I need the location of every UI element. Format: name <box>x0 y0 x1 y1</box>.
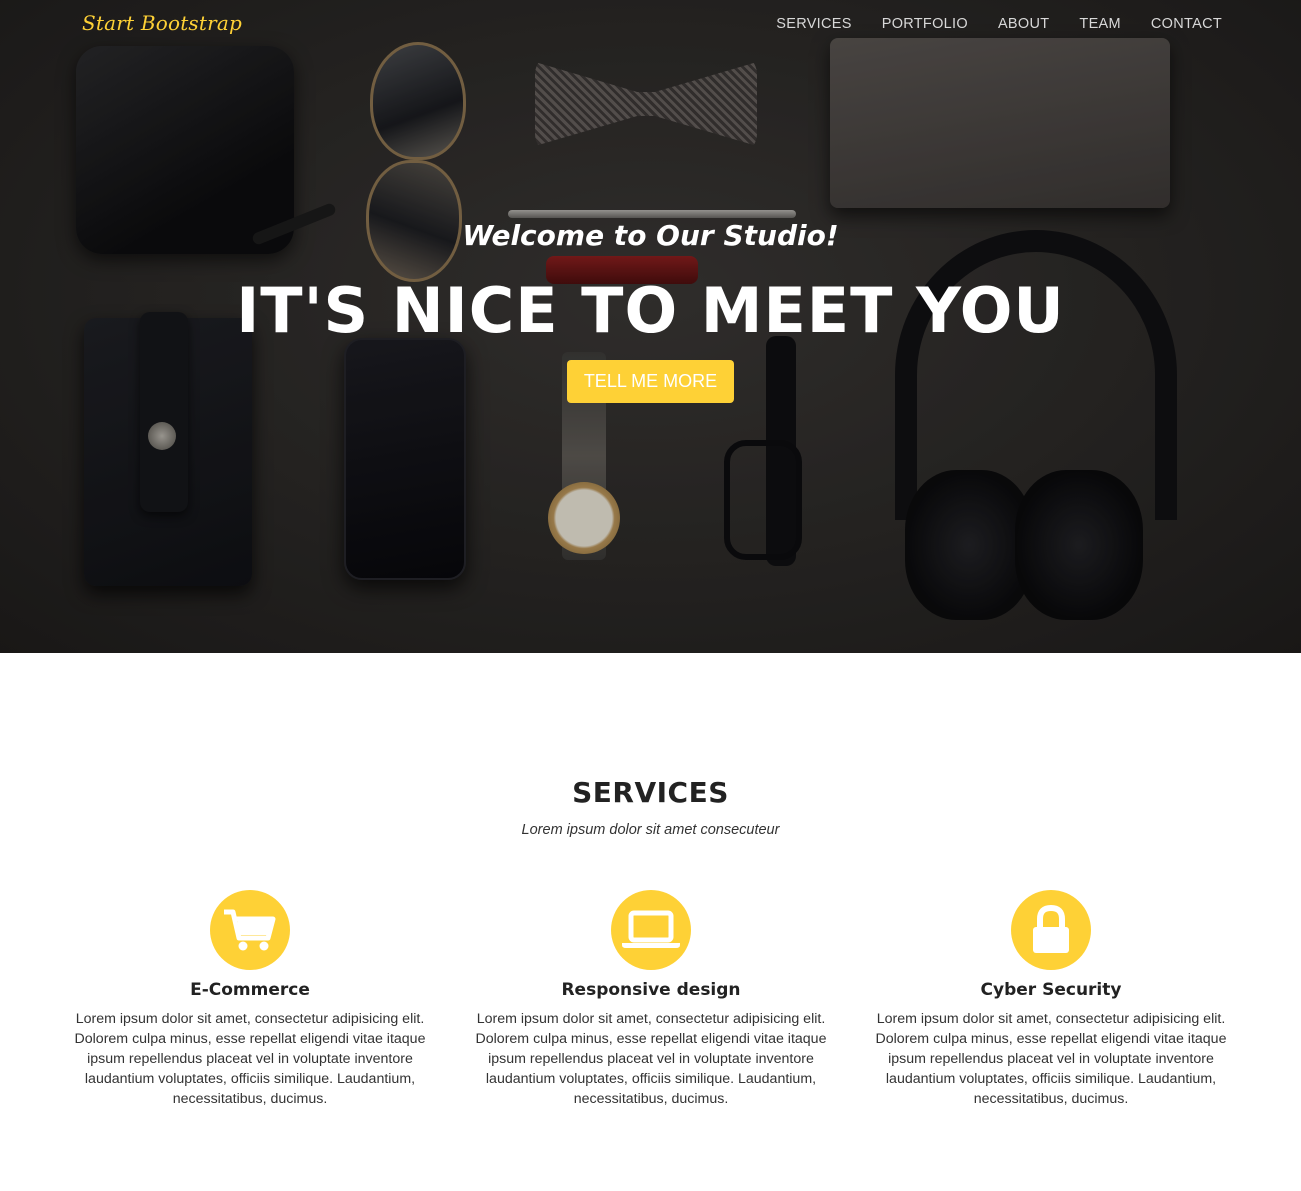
nav-link-team[interactable]: TEAM <box>1079 16 1120 32</box>
nav-link-portfolio[interactable]: PORTFOLIO <box>882 16 968 32</box>
nav-link-about[interactable]: ABOUT <box>998 16 1049 32</box>
service-card-cyber-security: Cyber Security Lorem ipsum dolor sit ame… <box>871 890 1231 1109</box>
service-card-responsive: Responsive design Lorem ipsum dolor sit … <box>471 890 831 1109</box>
laptop-icon <box>611 890 691 970</box>
service-description: Lorem ipsum dolor sit amet, consectetur … <box>875 1011 1227 1107</box>
lock-icon <box>1011 890 1091 970</box>
hero-title: IT'S NICE TO MEET YOU <box>236 274 1065 347</box>
services-heading: SERVICES <box>572 776 729 809</box>
service-title: E-Commerce <box>190 980 310 1000</box>
hero-section: Start Bootstrap SERVICES PORTFOLIO ABOUT… <box>0 0 1301 653</box>
services-subheading: Lorem ipsum dolor sit amet consecuteur <box>521 822 780 838</box>
service-description: Lorem ipsum dolor sit amet, consectetur … <box>74 1011 426 1107</box>
nav-link-contact[interactable]: CONTACT <box>1151 16 1222 32</box>
service-title: Cyber Security <box>980 980 1122 1000</box>
brand-logo[interactable]: Start Bootstrap <box>82 11 242 35</box>
service-card-ecommerce: E-Commerce Lorem ipsum dolor sit amet, c… <box>70 890 430 1109</box>
nav-link-services[interactable]: SERVICES <box>776 16 851 32</box>
shopping-cart-icon <box>210 890 290 970</box>
hero-subtitle: Welcome to Our Studio! <box>462 219 839 252</box>
service-title: Responsive design <box>561 980 741 1000</box>
tell-me-more-button[interactable]: TELL ME MORE <box>567 360 734 403</box>
service-description: Lorem ipsum dolor sit amet, consectetur … <box>475 1011 827 1107</box>
main-nav: SERVICES PORTFOLIO ABOUT TEAM CONTACT <box>776 16 1222 32</box>
